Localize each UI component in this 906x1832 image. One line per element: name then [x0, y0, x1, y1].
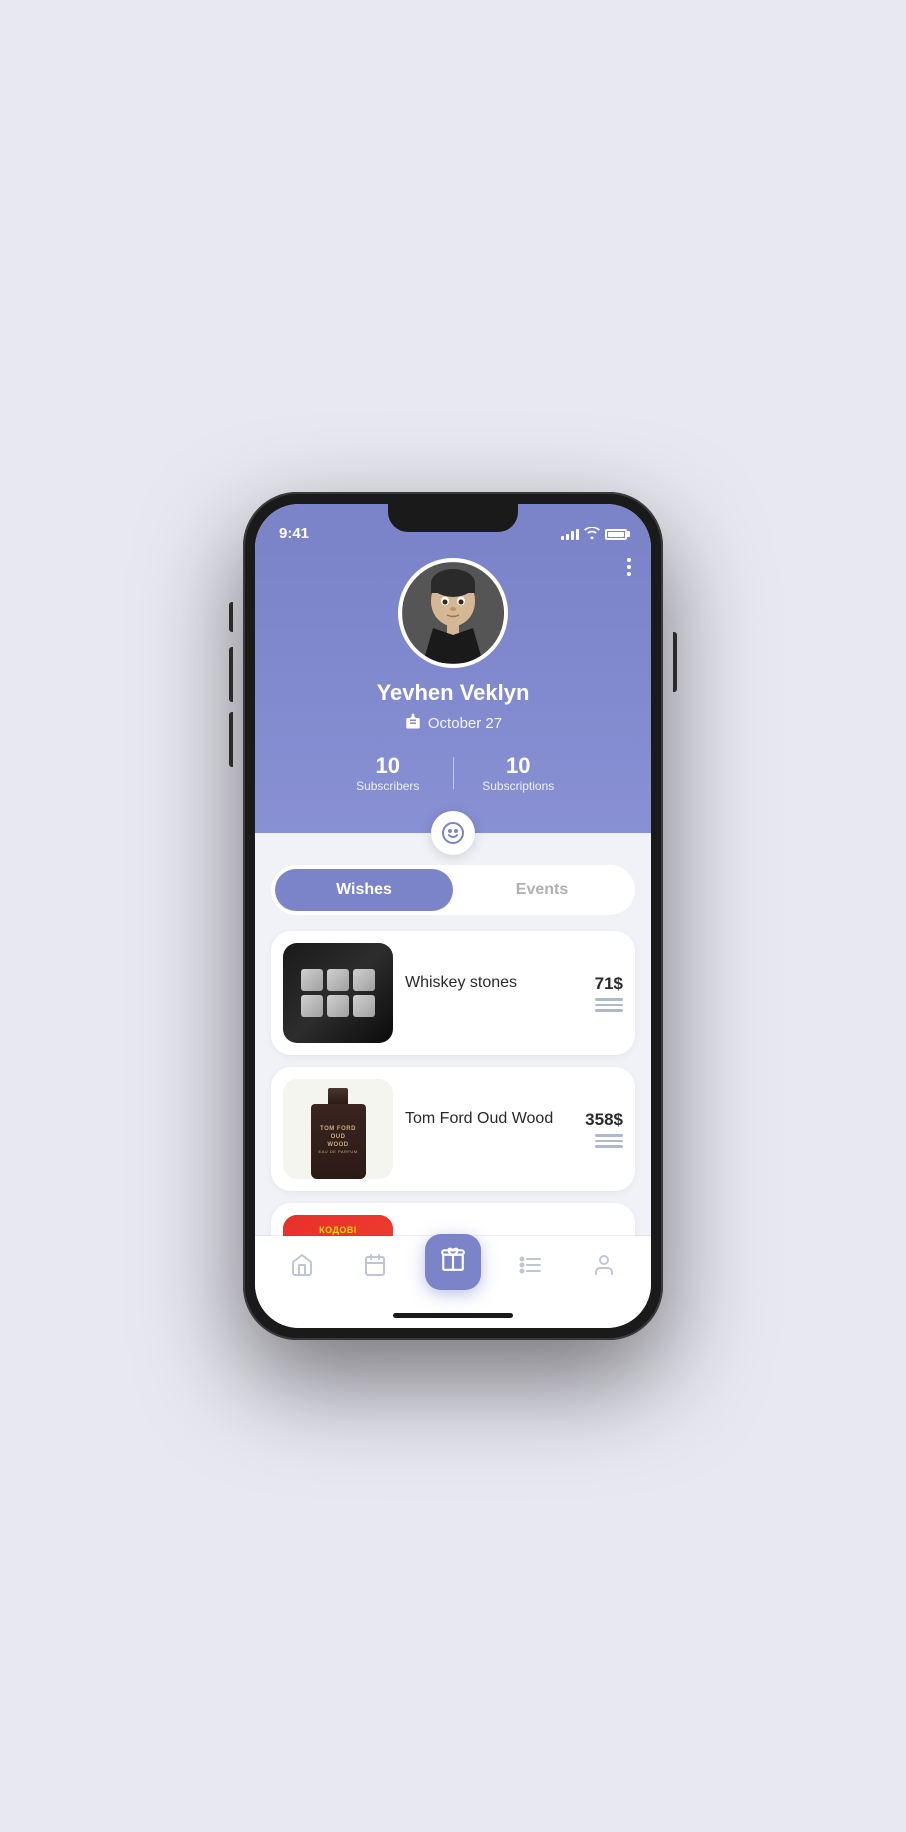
list-icon: [519, 1253, 543, 1283]
tab-container: Wishes Events: [271, 865, 635, 915]
subscribers-count: 10: [323, 753, 453, 779]
wish-image-tomford: TOM FORDOUDWOODEAU DE PARFUM: [283, 1079, 393, 1179]
wish-info-whiskey: Whiskey stones 71$: [405, 974, 623, 1012]
subscriptions-count: 10: [454, 753, 584, 779]
wish-image-whiskey: [283, 943, 393, 1043]
subscriptions-stat: 10 Subscriptions: [454, 753, 584, 793]
status-time: 9:41: [279, 525, 309, 542]
wish-name-whiskey: Whiskey stones: [405, 974, 587, 992]
stats-row: 10 Subscribers 10 Subscriptions: [323, 753, 583, 793]
signal-bars-icon: [561, 529, 579, 540]
subscribers-label: Subscribers: [323, 779, 453, 793]
profile-header: Yevhen Veklyn October 27 10 Subscribers …: [255, 548, 651, 833]
home-indicator: [255, 1308, 651, 1328]
gift-icon: [440, 1246, 466, 1279]
nav-list[interactable]: [507, 1249, 555, 1287]
wish-menu-whiskey[interactable]: [595, 998, 623, 1012]
tab-events[interactable]: Events: [453, 869, 631, 911]
birthday-icon: [404, 712, 422, 735]
profile-birthday: October 27: [404, 712, 502, 735]
home-icon: [290, 1253, 314, 1283]
wish-image-codenames: КОДОВІНАЗВИ КОДОВІ НАЗВИ ПРОГРАМА: [283, 1215, 393, 1236]
status-icons: [561, 526, 627, 542]
wish-card-codenames[interactable]: КОДОВІНАЗВИ КОДОВІ НАЗВИ ПРОГРАМА: [271, 1203, 635, 1236]
more-options-button[interactable]: [627, 558, 631, 576]
nav-profile[interactable]: [580, 1249, 628, 1287]
battery-icon: [605, 529, 627, 540]
calendar-icon: [363, 1253, 387, 1283]
profile-name: Yevhen Veklyn: [377, 680, 530, 706]
wish-price-tomford: 358$: [585, 1110, 623, 1130]
wish-menu-tomford[interactable]: [595, 1134, 623, 1148]
subscriptions-label: Subscriptions: [454, 779, 584, 793]
emoji-reaction-button[interactable]: [431, 811, 475, 855]
wish-info-tomford: Tom Ford Oud Wood 358$: [405, 1110, 623, 1148]
tab-wishes[interactable]: Wishes: [275, 869, 453, 911]
wifi-icon: [584, 526, 600, 542]
wish-card-whiskey[interactable]: Whiskey stones 71$: [271, 931, 635, 1055]
subscribers-stat: 10 Subscribers: [323, 753, 453, 793]
wish-price-whiskey: 71$: [595, 974, 623, 994]
wishes-list: Whiskey stones 71$: [255, 927, 651, 1236]
nav-gift-button[interactable]: [425, 1234, 481, 1290]
bottom-nav: [255, 1236, 651, 1308]
avatar: [398, 558, 508, 668]
wish-name-tomford: Tom Ford Oud Wood: [405, 1110, 577, 1128]
profile-icon: [592, 1253, 616, 1283]
nav-calendar[interactable]: [351, 1249, 399, 1287]
nav-home[interactable]: [278, 1249, 326, 1287]
birthday-text: October 27: [428, 715, 502, 732]
wish-card-tomford[interactable]: TOM FORDOUDWOODEAU DE PARFUM Tom Ford Ou…: [271, 1067, 635, 1191]
